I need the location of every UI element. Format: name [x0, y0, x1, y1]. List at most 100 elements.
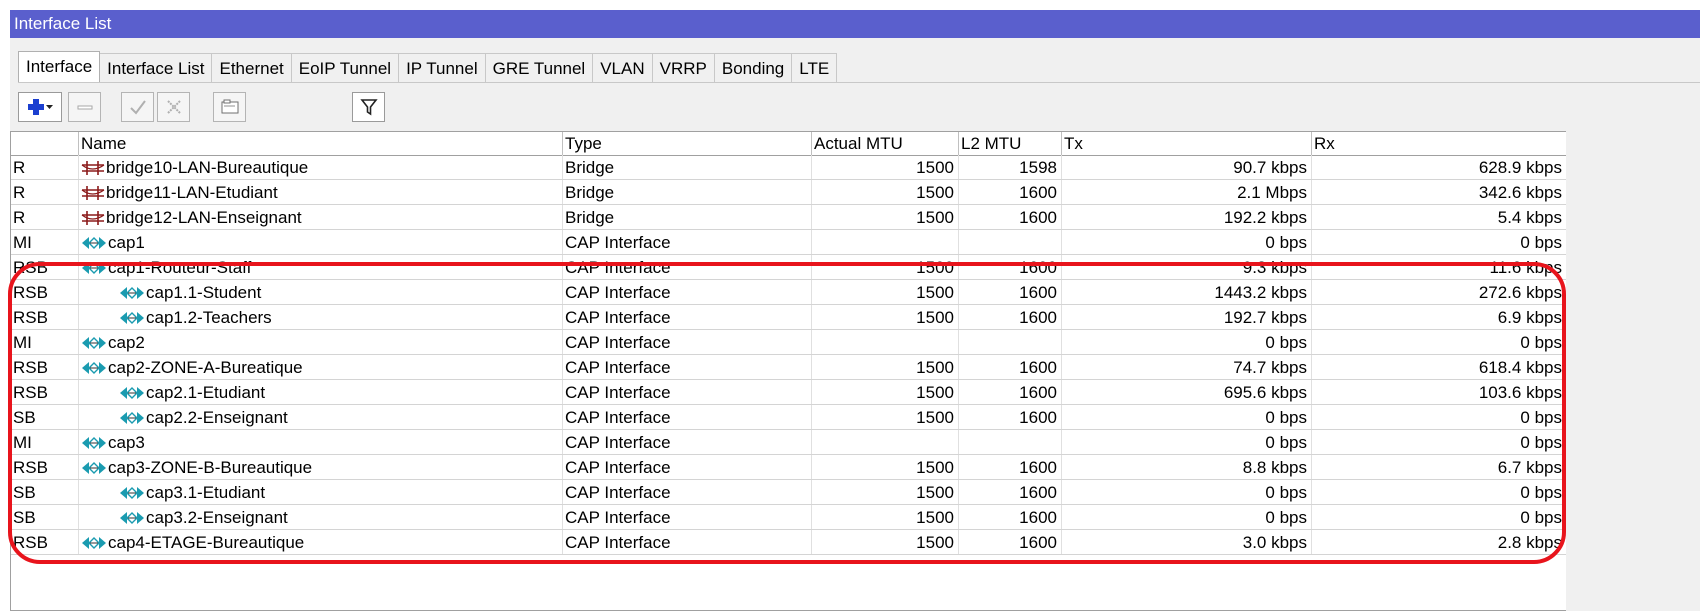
- tx-column-header[interactable]: Tx: [1062, 132, 1312, 155]
- name-cell: cap3.1-Etudiant: [79, 480, 563, 504]
- tx-cell: 0 bps: [1062, 430, 1312, 454]
- rx-cell: 5.4 kbps: [1312, 205, 1566, 229]
- table-row[interactable]: MI cap1 CAP Interface 0 bps 0 bps: [11, 230, 1566, 255]
- tx-cell: 90.7 kbps: [1062, 155, 1312, 179]
- tab-vlan[interactable]: VLAN: [592, 53, 653, 82]
- filter-button[interactable]: [352, 92, 385, 122]
- tab-gre-tunnel[interactable]: GRE Tunnel: [484, 53, 594, 82]
- type-cell: Bridge: [563, 180, 812, 204]
- interface-list-panel: Interface Interface List Ethernet EoIP Tunn…: [10, 38, 1700, 611]
- tab-lte[interactable]: LTE: [791, 53, 838, 82]
- table-row[interactable]: RSB cap3-ZONE-B-Bureautique CAP Interface 1…: [11, 455, 1566, 480]
- type-cell: CAP Interface: [563, 430, 812, 454]
- remove-button[interactable]: [68, 92, 101, 122]
- interface-table: Name Type Actual MTU L2 MTU Tx Rx Rbridge10-L…: [10, 131, 1566, 611]
- l2-mtu-cell: 1600: [959, 305, 1062, 329]
- add-button[interactable]: [18, 92, 62, 122]
- tab-interface-list[interactable]: Interface List: [99, 53, 213, 82]
- rx-cell: 6.7 kbps: [1312, 455, 1566, 479]
- actual-mtu-cell: 1500: [812, 180, 959, 204]
- actual-mtu-column-header[interactable]: Actual MTU: [812, 132, 959, 155]
- table-row[interactable]: RSB cap2-ZONE-A-Bureatique CAP Interface 15…: [11, 355, 1566, 380]
- comment-button[interactable]: [213, 92, 246, 122]
- l2-mtu-cell: 1600: [959, 455, 1062, 479]
- name-cell: cap4-ETAGE-Bureautique: [79, 530, 563, 554]
- table-row[interactable]: RSB cap2.1-Etudiant CAP Interface 1500 1600 6…: [11, 380, 1566, 405]
- wireless-icon: [82, 437, 106, 449]
- flags-cell: MI: [11, 230, 79, 254]
- rx-cell: 618.4 kbps: [1312, 355, 1566, 379]
- interface-name: cap1: [108, 233, 145, 252]
- interface-name: cap2-ZONE-A-Bureatique: [108, 358, 303, 377]
- table-row[interactable]: Rbridge10-LAN-Bureautique Bridge 1500 1598 9…: [11, 155, 1566, 180]
- flags-cell: RSB: [11, 280, 79, 304]
- tx-cell: 0 bps: [1062, 405, 1312, 429]
- name-cell: cap1.2-Teachers: [79, 305, 563, 329]
- check-icon: [129, 100, 146, 115]
- name-cell: bridge12-LAN-Enseignant: [79, 205, 563, 229]
- table-row[interactable]: SB cap2.2-Enseignant CAP Interface 1500 1600…: [11, 405, 1566, 430]
- type-cell: CAP Interface: [563, 530, 812, 554]
- table-row[interactable]: Rbridge11-LAN-Etudiant Bridge 1500 1600 2.1 …: [11, 180, 1566, 205]
- type-cell: CAP Interface: [563, 280, 812, 304]
- interface-name: cap1.2-Teachers: [146, 308, 272, 327]
- l2-mtu-cell: 1600: [959, 280, 1062, 304]
- type-cell: Bridge: [563, 155, 812, 179]
- rx-cell: 272.6 kbps: [1312, 280, 1566, 304]
- flags-cell: RSB: [11, 305, 79, 329]
- interface-name: cap4-ETAGE-Bureautique: [108, 533, 305, 552]
- tx-cell: 0 bps: [1062, 230, 1312, 254]
- bridge-icon: [81, 211, 105, 225]
- type-column-header[interactable]: Type: [563, 132, 812, 155]
- disable-button[interactable]: [157, 92, 190, 122]
- name-column-header[interactable]: Name: [79, 132, 563, 155]
- type-cell: CAP Interface: [563, 405, 812, 429]
- actual-mtu-cell: 1500: [812, 505, 959, 529]
- tab-ip-tunnel[interactable]: IP Tunnel: [398, 53, 486, 82]
- type-cell: CAP Interface: [563, 305, 812, 329]
- tab-interface[interactable]: Interface: [18, 51, 101, 82]
- flags-column-header[interactable]: [11, 132, 79, 155]
- l2-mtu-cell: [959, 430, 1062, 454]
- tab-eoip-tunnel[interactable]: EoIP Tunnel: [290, 53, 400, 82]
- actual-mtu-cell: [812, 430, 959, 454]
- name-cell: cap2.2-Enseignant: [79, 405, 563, 429]
- name-cell: cap2.1-Etudiant: [79, 380, 563, 404]
- name-cell: cap2: [79, 330, 563, 354]
- l2-mtu-cell: 1600: [959, 480, 1062, 504]
- table-row[interactable]: SB cap3.1-Etudiant CAP Interface 1500 1600 0 …: [11, 480, 1566, 505]
- actual-mtu-cell: 1500: [812, 530, 959, 554]
- type-cell: CAP Interface: [563, 455, 812, 479]
- wireless-icon: [120, 512, 144, 524]
- actual-mtu-cell: 1500: [812, 455, 959, 479]
- table-row[interactable]: RSB cap1.1-Student CAP Interface 1500 1600 14…: [11, 280, 1566, 305]
- table-row[interactable]: MI cap3 CAP Interface 0 bps 0 bps: [11, 430, 1566, 455]
- tab-bonding[interactable]: Bonding: [713, 53, 793, 82]
- table-row[interactable]: RSB cap1-Routeur-Staff CAP Interface 1500 16…: [11, 255, 1566, 280]
- rx-cell: 342.6 kbps: [1312, 180, 1566, 204]
- wireless-icon: [82, 462, 106, 474]
- l2-mtu-column-header[interactable]: L2 MTU: [959, 132, 1062, 155]
- flags-cell: RSB: [11, 255, 79, 279]
- type-cell: CAP Interface: [563, 355, 812, 379]
- rx-column-header[interactable]: Rx: [1312, 132, 1566, 155]
- wireless-icon: [120, 287, 144, 299]
- table-row[interactable]: RSB cap4-ETAGE-Bureautique CAP Interface 15…: [11, 530, 1566, 555]
- table-row[interactable]: SB cap3.2-Enseignant CAP Interface 1500 1600…: [11, 505, 1566, 530]
- wireless-icon: [120, 487, 144, 499]
- tab-ethernet[interactable]: Ethernet: [211, 53, 292, 82]
- table-row[interactable]: MI cap2 CAP Interface 0 bps 0 bps: [11, 330, 1566, 355]
- type-cell: CAP Interface: [563, 330, 812, 354]
- name-cell: cap3: [79, 430, 563, 454]
- table-row[interactable]: Rbridge12-LAN-Enseignant Bridge 1500 1600 19…: [11, 205, 1566, 230]
- interface-name: bridge12-LAN-Enseignant: [106, 208, 302, 227]
- table-row[interactable]: RSB cap1.2-Teachers CAP Interface 1500 1600 1…: [11, 305, 1566, 330]
- name-cell: bridge11-LAN-Etudiant: [79, 180, 563, 204]
- rx-cell: 0 bps: [1312, 230, 1566, 254]
- name-cell: cap1.1-Student: [79, 280, 563, 304]
- tab-divider: [18, 82, 1700, 83]
- flags-cell: SB: [11, 405, 79, 429]
- tab-vrrp[interactable]: VRRP: [651, 53, 715, 82]
- type-cell: CAP Interface: [563, 230, 812, 254]
- enable-button[interactable]: [121, 92, 154, 122]
